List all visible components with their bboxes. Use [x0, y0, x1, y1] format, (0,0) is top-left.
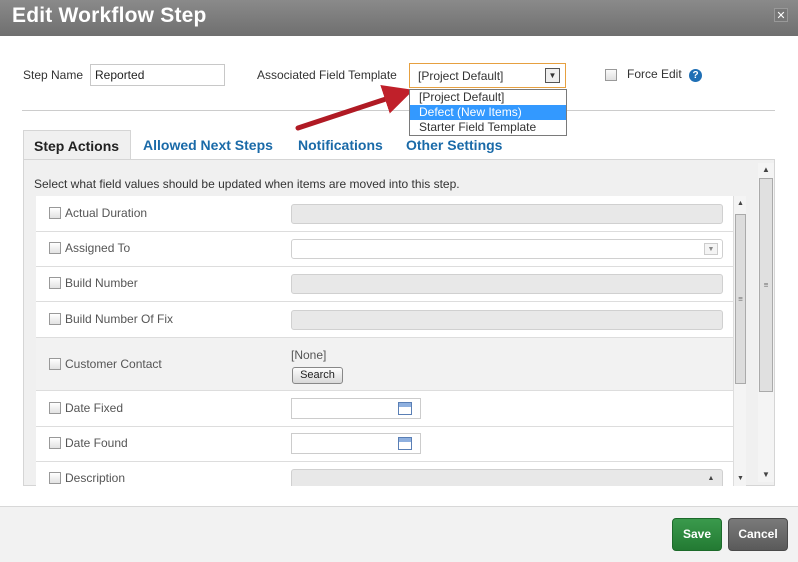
template-dropdown-list: [Project Default] Defect (New Items) Sta… [409, 89, 567, 136]
annotation-arrow-icon [295, 85, 414, 131]
template-option[interactable]: Starter Field Template [410, 120, 566, 135]
template-option-highlighted[interactable]: Defect (New Items) [410, 105, 566, 120]
annotation-arrow-line [295, 85, 414, 131]
template-option[interactable]: [Project Default] [410, 90, 566, 105]
